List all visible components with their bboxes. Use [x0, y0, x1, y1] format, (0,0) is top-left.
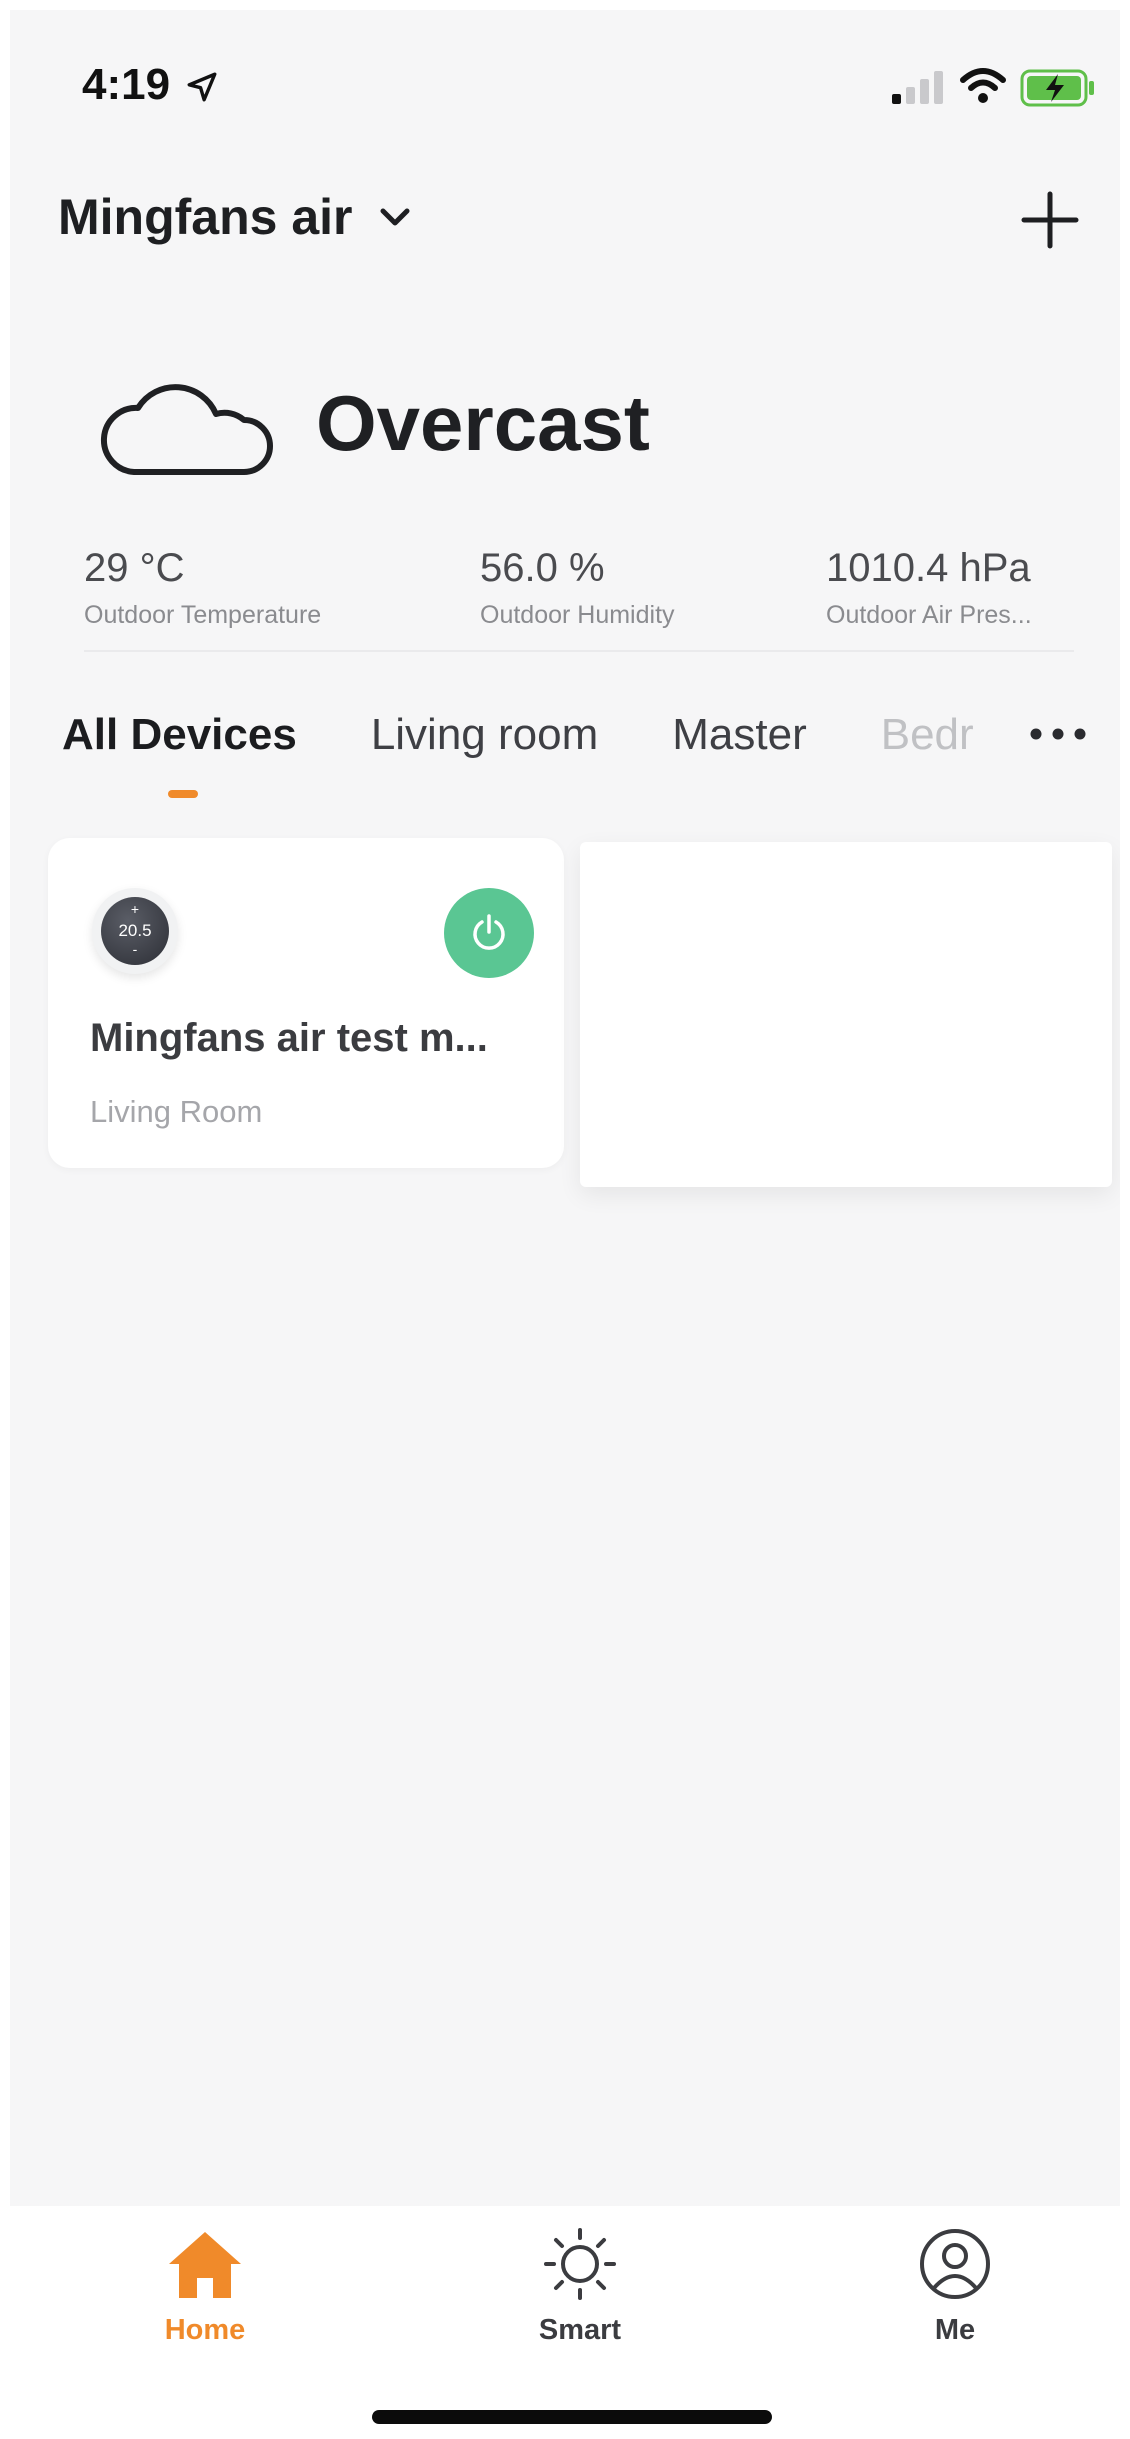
nav-label: Smart	[538, 2314, 622, 2346]
nav-me[interactable]: Me	[875, 2226, 1035, 2347]
thermostat-icon: + 20.5 -	[92, 888, 178, 974]
metric-value: 56.0 %	[480, 546, 605, 590]
device-name: Mingfans air test m...	[90, 1016, 488, 1060]
device-card[interactable]: + 20.5 - Mingfans air test m... Living R…	[48, 838, 564, 1168]
metric-label: Outdoor Temperature	[84, 601, 322, 629]
metric-value: 29 °C	[84, 546, 185, 590]
metric-label: Outdoor Air Pres...	[826, 601, 1032, 629]
cloud-icon	[101, 384, 273, 475]
weather-condition: Overcast	[316, 379, 650, 467]
sun-icon	[544, 2228, 616, 2300]
divider	[84, 650, 1074, 652]
user-circle-icon	[920, 2229, 990, 2299]
thermostat-minus: -	[132, 941, 138, 957]
thermostat-value: 20.5	[118, 921, 152, 940]
wifi-icon	[960, 68, 1006, 103]
outdoor-temperature: 29 °C Outdoor Temperature	[84, 546, 321, 630]
more-dots-icon[interactable]	[1028, 724, 1088, 744]
nav-smart[interactable]: Smart	[500, 2226, 660, 2347]
battery-charging-icon	[1020, 69, 1094, 107]
thermostat-plus: +	[130, 901, 140, 917]
home-selector[interactable]: Mingfans air	[58, 188, 412, 246]
power-icon	[473, 914, 505, 950]
chevron-down-icon	[380, 208, 410, 226]
home-indicator	[372, 2410, 772, 2424]
room-tabs: All Devices Living room Master Bedr	[62, 710, 977, 760]
home-icon	[169, 2232, 241, 2298]
tab-master[interactable]: Master	[672, 710, 806, 760]
nav-label: Home	[164, 2314, 246, 2346]
outdoor-humidity: 56.0 % Outdoor Humidity	[480, 546, 675, 630]
tab-bedroom[interactable]: Bedr	[881, 710, 977, 760]
plus-icon[interactable]	[1020, 190, 1080, 250]
status-time: 4:19	[82, 60, 171, 109]
nav-home[interactable]: Home	[125, 2226, 285, 2347]
device-room: Living Room	[90, 1094, 263, 1129]
outdoor-air-pressure: 1010.4 hPa Outdoor Air Pres...	[826, 546, 1032, 630]
location-arrow-icon	[187, 72, 217, 102]
device-card-placeholder	[580, 842, 1112, 1187]
metric-value: 1010.4 hPa	[826, 546, 1031, 590]
thermostat-face: + 20.5 -	[101, 897, 169, 965]
bottom-nav: Home Smart Me	[10, 2206, 1120, 2435]
nav-label: Me	[934, 2314, 976, 2346]
active-tab-indicator	[168, 790, 198, 798]
tab-all-devices[interactable]: All Devices	[62, 710, 297, 760]
signal-icon	[892, 71, 943, 104]
app-screen: 4:19 Mingfans air Overcast 29 °C Outdoor…	[10, 10, 1120, 2435]
tab-living-room[interactable]: Living room	[371, 710, 598, 760]
metric-label: Outdoor Humidity	[480, 601, 675, 629]
power-button[interactable]	[444, 888, 534, 978]
home-name: Mingfans air	[58, 189, 353, 245]
